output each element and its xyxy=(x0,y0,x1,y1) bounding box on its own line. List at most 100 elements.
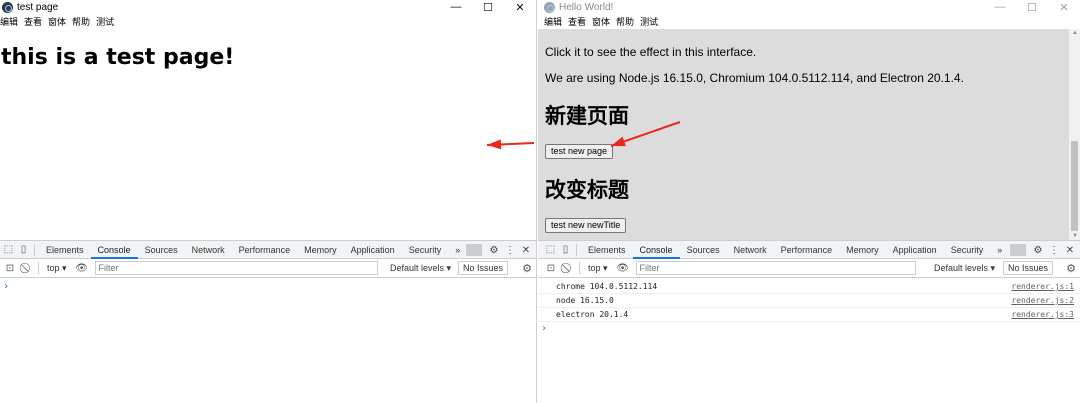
tab-sources[interactable]: Sources xyxy=(138,241,185,259)
more-options-icon[interactable]: ⋮ xyxy=(502,245,518,256)
right-devtools: ⬚ ▯ Elements Console Sources Network Per… xyxy=(538,240,1080,403)
log-levels-dropdown[interactable]: Default levels ▾ xyxy=(934,263,995,274)
clear-console-icon[interactable]: ⃠ xyxy=(20,263,34,274)
minimize-icon[interactable]: — xyxy=(984,0,1016,14)
tab-performance[interactable]: Performance xyxy=(774,241,840,259)
test-new-title-button[interactable]: test new newTitle xyxy=(545,218,627,233)
device-toolbar-icon[interactable]: ▯ xyxy=(559,243,572,256)
log-message: chrome 104.0.5112.114 xyxy=(556,282,658,291)
electron-app-icon xyxy=(544,1,555,13)
scrollbar-thumb[interactable] xyxy=(1071,141,1078,231)
issues-button[interactable]: No Issues xyxy=(1003,261,1054,275)
console-settings-icon[interactable]: ⚙ xyxy=(522,262,532,275)
menu-item-help[interactable]: 帮助 xyxy=(616,15,634,28)
more-options-icon[interactable]: ⋮ xyxy=(1046,245,1062,256)
right-window: Hello World! — ☐ ✕ 编辑 查看 窗体 帮助 测试 Click … xyxy=(538,0,1080,403)
left-titlebar[interactable]: test page — ☐ ✕ xyxy=(0,0,536,14)
menu-item-test[interactable]: 测试 xyxy=(640,15,658,28)
sidebar-toggle-icon[interactable]: ⊡ xyxy=(3,263,17,274)
console-output[interactable]: › xyxy=(0,280,536,403)
console-output[interactable]: chrome 104.0.5112.114 renderer.js:1 node… xyxy=(538,280,1080,403)
filter-input[interactable]: Filter xyxy=(635,261,916,275)
right-page-content: Click it to see the effect in this inter… xyxy=(538,29,1080,240)
maximize-icon[interactable]: ☐ xyxy=(1016,0,1048,14)
log-message: electron 20.1.4 xyxy=(556,310,629,319)
close-icon[interactable]: ✕ xyxy=(1048,0,1080,14)
log-source-link[interactable]: renderer.js:1 xyxy=(1011,280,1074,294)
close-devtools-icon[interactable]: ✕ xyxy=(518,245,534,256)
inspect-element-icon[interactable]: ⬚ xyxy=(2,243,15,256)
right-titlebar[interactable]: Hello World! — ☐ ✕ xyxy=(538,0,1080,14)
intro-text: Click it to see the effect in this inter… xyxy=(545,45,757,59)
log-message: node 16.15.0 xyxy=(556,296,614,305)
console-toolbar: ⊡ ⃠ top ▾ 👁 Filter Default levels ▾ No I… xyxy=(538,259,1080,278)
new-page-heading: 新建页面 xyxy=(545,104,629,128)
tab-application[interactable]: Application xyxy=(886,241,944,259)
log-source-link[interactable]: renderer.js:3 xyxy=(1011,308,1074,322)
menu-item-view[interactable]: 查看 xyxy=(24,15,42,28)
tab-console[interactable]: Console xyxy=(90,241,138,259)
clear-console-icon[interactable]: ⃠ xyxy=(561,263,575,274)
menu-item-window[interactable]: 窗体 xyxy=(592,15,610,28)
tab-elements[interactable]: Elements xyxy=(581,241,633,259)
console-toolbar: ⊡ ⃠ top ▾ 👁 Filter Default levels ▾ No I… xyxy=(0,259,536,278)
context-selector[interactable]: top ▾ xyxy=(47,263,67,274)
left-window-title: test page xyxy=(17,1,59,13)
device-toolbar-icon[interactable]: ▯ xyxy=(17,243,30,256)
log-levels-dropdown[interactable]: Default levels ▾ xyxy=(390,263,451,274)
tab-performance[interactable]: Performance xyxy=(232,241,298,259)
page-scrollbar[interactable]: ▲ ▼ xyxy=(1069,29,1080,240)
console-log-row: electron 20.1.4 renderer.js:3 xyxy=(538,308,1080,322)
inspect-element-icon[interactable]: ⬚ xyxy=(544,243,557,256)
devtools-tabbar: ⬚ ▯ Elements Console Sources Network Per… xyxy=(538,241,1080,259)
left-window: test page — ☐ ✕ 编辑 查看 窗体 帮助 测试 this is a… xyxy=(0,0,537,403)
tab-console[interactable]: Console xyxy=(632,241,680,259)
menu-item-window[interactable]: 窗体 xyxy=(48,15,66,28)
menu-item-view[interactable]: 查看 xyxy=(568,15,586,28)
live-expression-eye-icon[interactable]: 👁 xyxy=(75,263,89,274)
menu-item-help[interactable]: 帮助 xyxy=(72,15,90,28)
scroll-up-icon[interactable]: ▲ xyxy=(1072,30,1078,36)
menu-item-edit[interactable]: 编辑 xyxy=(0,15,18,28)
left-menubar: 编辑 查看 窗体 帮助 测试 xyxy=(0,14,536,29)
console-settings-icon[interactable]: ⚙ xyxy=(1066,262,1076,275)
scroll-down-icon[interactable]: ▼ xyxy=(1072,233,1078,239)
test-new-page-button[interactable]: test new page xyxy=(545,144,614,159)
sidebar-toggle-icon[interactable]: ⊡ xyxy=(544,263,558,274)
issues-button[interactable]: No Issues xyxy=(458,261,509,275)
page-heading: this is a test page! xyxy=(1,45,235,70)
console-prompt[interactable]: › xyxy=(538,322,1080,336)
menu-item-test[interactable]: 测试 xyxy=(96,15,114,28)
right-menubar: 编辑 查看 窗体 帮助 测试 xyxy=(538,14,1080,29)
tab-network[interactable]: Network xyxy=(185,241,232,259)
left-page-content: this is a test page! xyxy=(0,29,536,240)
settings-gear-icon[interactable]: ⚙ xyxy=(1030,245,1046,256)
context-selector[interactable]: top ▾ xyxy=(588,263,608,274)
left-devtools: ⬚ ▯ Elements Console Sources Network Per… xyxy=(0,240,536,403)
minimize-icon[interactable]: — xyxy=(440,0,472,14)
tab-security[interactable]: Security xyxy=(944,241,991,259)
versions-text: We are using Node.js 16.15.0, Chromium 1… xyxy=(545,71,964,85)
tab-application[interactable]: Application xyxy=(344,241,402,259)
tab-elements[interactable]: Elements xyxy=(39,241,91,259)
live-expression-eye-icon[interactable]: 👁 xyxy=(616,263,630,274)
tab-memory[interactable]: Memory xyxy=(839,241,886,259)
settings-gear-icon[interactable]: ⚙ xyxy=(486,245,502,256)
close-icon[interactable]: ✕ xyxy=(504,0,536,14)
tab-memory[interactable]: Memory xyxy=(297,241,344,259)
tab-sources[interactable]: Sources xyxy=(680,241,727,259)
tab-network[interactable]: Network xyxy=(727,241,774,259)
close-devtools-icon[interactable]: ✕ xyxy=(1062,245,1078,256)
right-window-title: Hello World! xyxy=(559,1,614,13)
console-log-row: node 16.15.0 renderer.js:2 xyxy=(538,294,1080,308)
devtools-tabbar: ⬚ ▯ Elements Console Sources Network Per… xyxy=(0,241,536,259)
log-source-link[interactable]: renderer.js:2 xyxy=(1011,294,1074,308)
filter-input[interactable]: Filter xyxy=(94,261,378,275)
tab-security[interactable]: Security xyxy=(402,241,449,259)
change-title-heading: 改变标题 xyxy=(545,178,629,202)
menu-item-edit[interactable]: 编辑 xyxy=(544,15,562,28)
console-log-row: chrome 104.0.5112.114 renderer.js:1 xyxy=(538,280,1080,294)
maximize-icon[interactable]: ☐ xyxy=(472,0,504,14)
console-prompt[interactable]: › xyxy=(0,280,536,294)
electron-app-icon xyxy=(2,1,13,13)
